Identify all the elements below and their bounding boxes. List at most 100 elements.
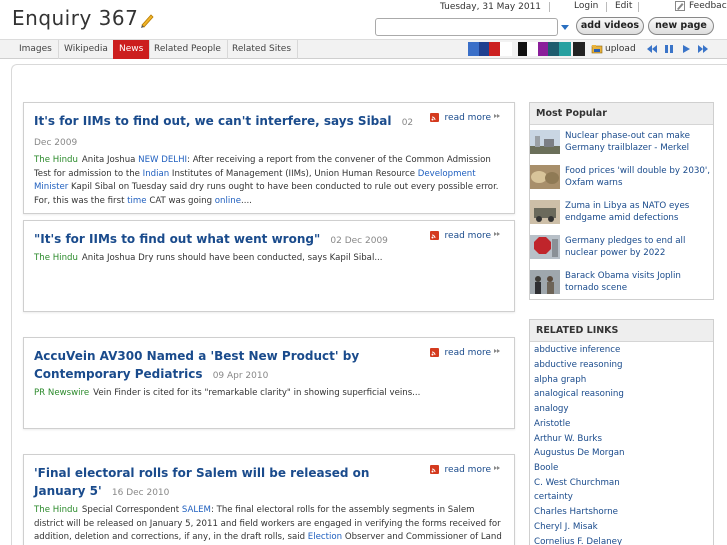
read-more-link[interactable]: read more [429,348,502,358]
pause-icon[interactable] [663,43,675,55]
rss-icon [429,348,439,357]
related-link[interactable]: Aristotle [534,419,570,429]
site-logo[interactable]: Enquiry 367 [12,6,155,30]
article-source[interactable]: The Hindu [34,505,78,515]
divider [638,2,639,12]
tab-wikipedia[interactable]: Wikipedia [58,40,115,59]
article-text-segment: Institutes of Management (IIMs), Union H… [169,168,418,179]
popular-item-link[interactable]: Barack Obama visits Joplin tornado scene [565,270,715,294]
power-plant-thumbnail [530,130,560,154]
grain-thumbnail [530,165,560,189]
upload-link[interactable]: upload [605,40,636,59]
article-title-link[interactable]: 'Final electoral rolls for Salem will be… [34,466,369,498]
inline-keyword-link[interactable]: online [215,196,241,206]
login-link[interactable]: Login [574,1,598,11]
feedback-icon[interactable] [675,1,685,11]
article-text-segment: Anita Joshua Dry runs should have been c… [81,253,383,263]
article-text-segment: CAT was going [146,195,215,206]
related-link[interactable]: analogical reasoning [534,389,624,399]
popular-item[interactable]: Germany pledges to end all nuclear power… [530,235,713,265]
popular-item-link[interactable]: Zuma in Libya as NATO eyes endgame amid … [565,200,715,224]
new-page-button[interactable]: new page [648,17,714,35]
article-text-segment: .... [240,195,252,206]
read-more-link[interactable]: read more [429,113,502,123]
related-link[interactable]: analogy [534,404,569,414]
search-input[interactable] [375,18,558,36]
popular-item-link[interactable]: Germany pledges to end all nuclear power… [565,235,715,259]
related-link[interactable]: Cheryl J. Misak [534,522,598,532]
related-link[interactable]: Augustus De Morgan [534,448,625,458]
crowd-thumbnail [530,270,560,294]
related-link[interactable]: certainty [534,492,573,502]
article-source[interactable]: PR Newswire [34,388,89,398]
related-link[interactable]: abductive reasoning [534,360,623,370]
article-text: Anita Joshua Dry runs should have been c… [82,253,383,263]
article-title-link[interactable]: AccuVein AV300 Named a 'Best New Product… [34,349,359,381]
more-arrow-icon [494,466,500,470]
tab-news[interactable]: News [113,40,151,59]
related-link[interactable]: abductive inference [534,345,620,355]
inline-keyword-link[interactable]: Indian [143,169,170,179]
article-date: 09 Apr 2010 [212,371,269,381]
article-body: The Hindu Anita Joshua NEW DELHI: After r… [34,154,504,208]
article-text-segment: Special Correspondent [81,505,182,515]
popular-item[interactable]: Food prices 'will double by 2030', Oxfam… [530,165,713,195]
tab-images[interactable]: Images [13,40,59,59]
related-links-heading: RELATED LINKS [530,320,713,342]
tab-related-sites[interactable]: Related Sites [226,40,299,59]
popular-item[interactable]: Barack Obama visits Joplin tornado scene [530,270,713,300]
read-more-link[interactable]: read more [429,231,502,241]
article-source[interactable]: The Hindu [34,155,78,165]
inline-keyword-link[interactable]: SALEM [182,505,211,515]
rss-icon [429,231,439,240]
related-links-panel: RELATED LINKS abductive inference abduct… [529,319,714,545]
stop-sign-thumbnail [530,235,560,259]
article-text: Anita Joshua NEW DELHI: After receiving … [34,155,499,206]
rewind-icon[interactable] [646,43,658,55]
tab-related-people[interactable]: Related People [148,40,228,59]
more-arrow-icon [494,114,500,118]
related-link[interactable]: alpha graph [534,375,586,385]
popular-item[interactable]: Nuclear phase-out can make Germany trail… [530,130,713,160]
inline-keyword-link[interactable]: time [127,196,146,206]
related-link[interactable]: Cornelius F. Delaney [534,537,622,545]
most-popular-heading: Most Popular [530,103,713,125]
forward-icon[interactable] [697,43,709,55]
article-title-link[interactable]: It's for IIMs to find out, we can't inte… [34,114,392,128]
read-more-label: read more [444,113,491,123]
add-videos-button[interactable]: add videos [576,17,644,35]
popular-item-link[interactable]: Nuclear phase-out can make Germany trail… [565,130,715,154]
related-link[interactable]: Arthur W. Burks [534,434,602,444]
popular-item-link[interactable]: Food prices 'will double by 2030', Oxfam… [565,165,715,189]
divider [549,2,550,12]
news-article-card: 'Final electoral rolls for Salem will be… [23,454,515,545]
most-popular-panel: Most Popular Nuclear phase-out can make … [529,102,714,300]
color-swatch[interactable] [559,42,571,56]
feedback-link[interactable]: Feedback [689,1,727,11]
related-link[interactable]: Boole [534,463,558,473]
vehicle-thumbnail [530,200,560,224]
article-text-segment: Kapil Sibal on Tuesday said dry runs oug… [34,182,499,206]
popular-item[interactable]: Zuma in Libya as NATO eyes endgame amid … [530,200,713,230]
tab-bar: Images Wikipedia News Related People Rel… [0,39,727,59]
related-link[interactable]: Charles Hartshorne [534,507,618,517]
inline-keyword-link[interactable]: Election [308,532,342,542]
article-body: PR Newswire Vein Finder is cited for its … [34,387,504,401]
related-link[interactable]: C. West Churchman [534,478,620,488]
article-text: Special Correspondent SALEM: The final e… [34,505,502,545]
rss-icon [429,113,439,122]
upload-icon[interactable] [591,43,603,55]
edit-link[interactable]: Edit [615,1,632,11]
article-text: Vein Finder is cited for its "remarkable… [93,388,420,398]
read-more-link[interactable]: read more [429,465,502,475]
color-swatch[interactable] [500,42,512,56]
read-more-label: read more [444,465,491,475]
inline-keyword-link[interactable]: NEW DELHI [138,155,187,165]
color-swatch[interactable] [573,42,585,56]
chevron-down-icon[interactable] [559,19,571,35]
more-arrow-icon [494,349,500,353]
article-source[interactable]: The Hindu [34,253,78,263]
pencil-icon [141,13,154,28]
article-title-link[interactable]: "It's for IIMs to find out what went wro… [34,232,320,246]
play-icon[interactable] [680,43,692,55]
